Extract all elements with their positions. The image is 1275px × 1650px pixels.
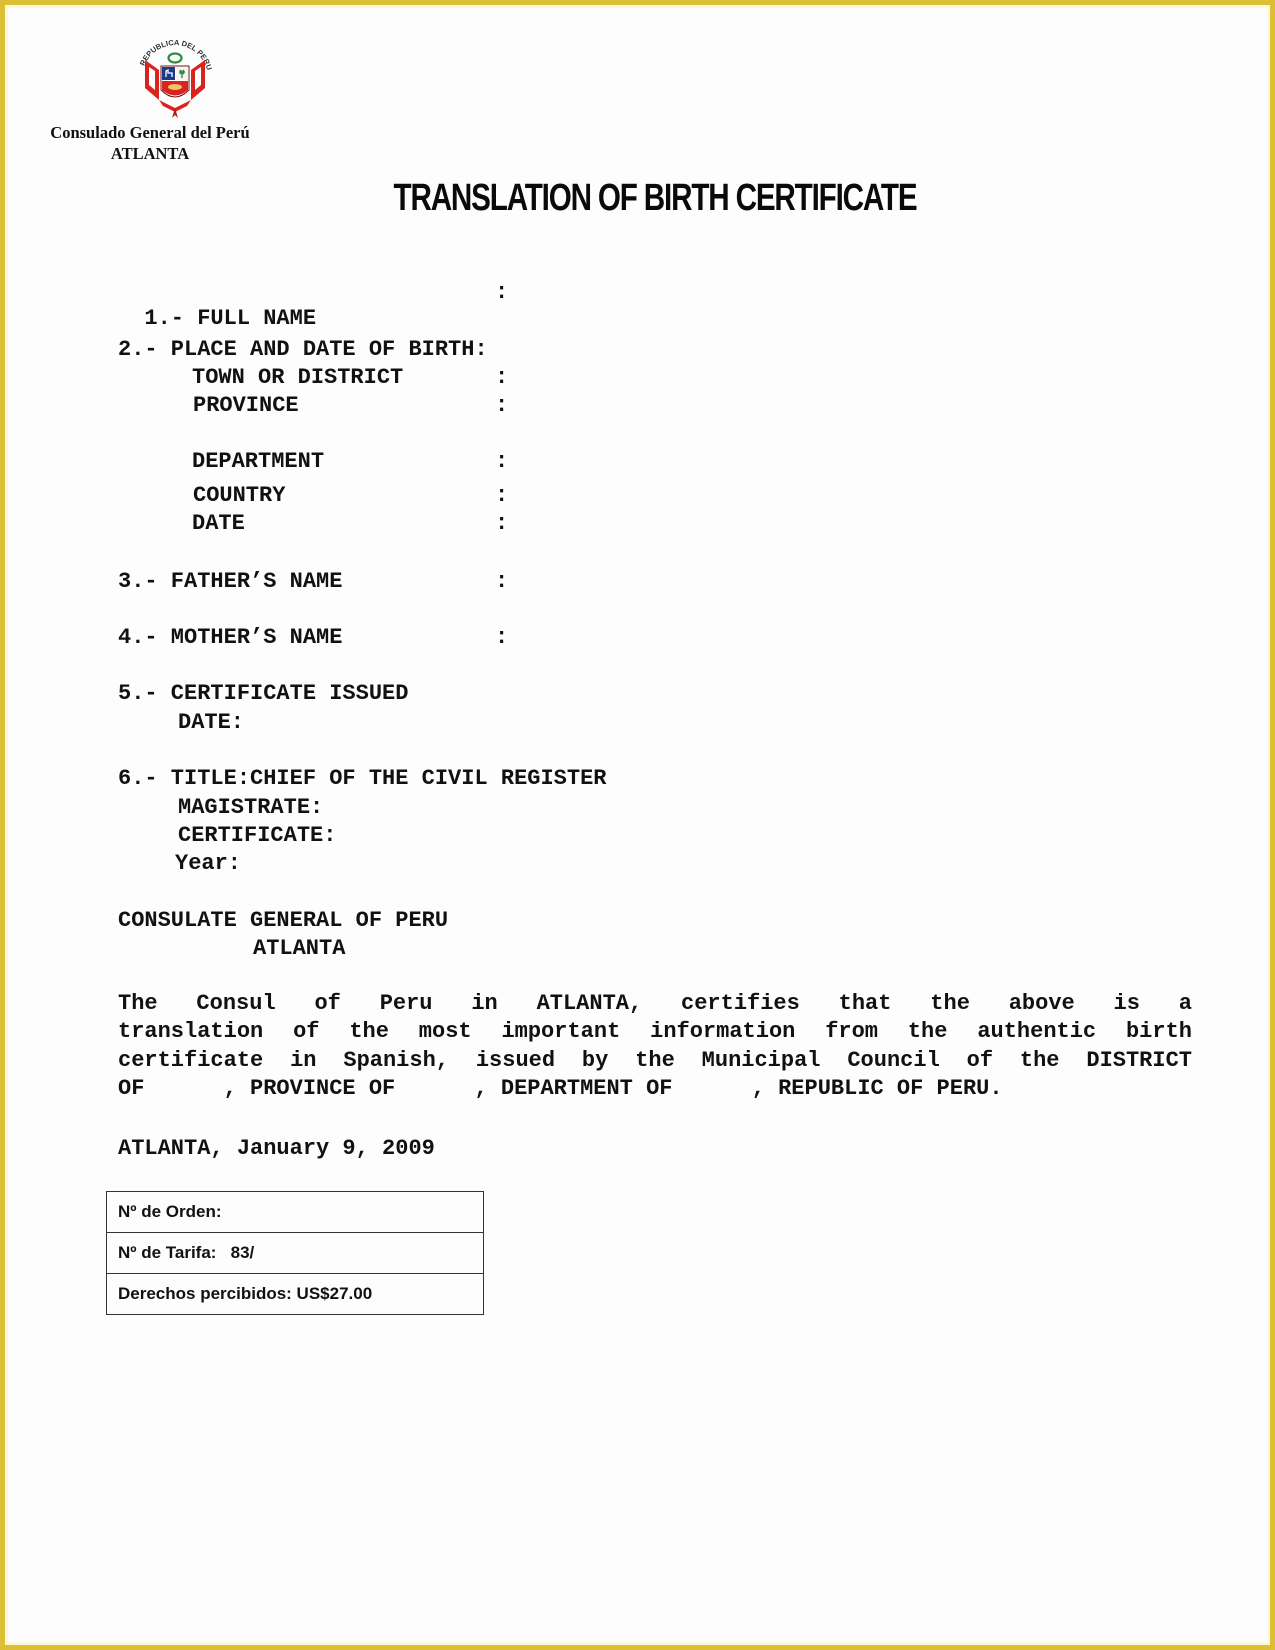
field-magistrate: MAGISTRATE: [178,795,324,820]
field-province: PROVINCE [193,393,299,418]
tariff-number-cell: Nº de Tarifa: 83/ [106,1232,484,1274]
consulate-name: Consulado General del Perú [50,123,250,142]
consulate-header: Consulado General del Perú ATLANTA [20,122,280,164]
field-certificate-issued: 5.- CERTIFICATE ISSUED [118,681,409,706]
table-row: Nº de Tarifa: 83/ [106,1232,484,1274]
table-row: Derechos percibidos: US$27.00 [106,1273,484,1315]
peru-coat-of-arms-icon: REPUBLICA DEL PERU [138,38,214,118]
field-colon: : [495,393,509,418]
field-colon: : [495,449,509,474]
field-town-or-district: TOWN OR DISTRICT [192,365,404,390]
paragraph-line: certificate in Spanish, issued by the Mu… [118,1047,1192,1073]
table-row: Nº de Orden: [106,1191,484,1233]
paragraph-line: OF , PROVINCE OF , DEPARTMENT OF , REPUB… [118,1075,1003,1101]
certification-paragraph: The Consul of Peru in ATLANTA, certifies… [118,990,1192,1103]
document-title: TRANSLATION OF BIRTH CERTIFICATE [393,177,918,219]
field-fathers-name: 3.- FATHER’S NAME [118,569,343,594]
field-colon: : [495,483,509,508]
field-mothers-name: 4.- MOTHER’S NAME [118,625,343,650]
signature-city: ATLANTA [253,936,346,961]
field-colon: : [495,280,509,305]
field-label: 1.- FULL NAME [144,306,317,331]
field-colon: : [495,569,509,594]
paragraph-line: translation of the most important inform… [118,1019,1192,1045]
field-full-name: 1.- FULL NAME [118,280,316,332]
field-colon: : [495,625,509,650]
field-certificate: CERTIFICATE: [178,823,337,848]
order-number-cell: Nº de Orden: [106,1191,484,1233]
consulate-city: ATLANTA [110,144,190,163]
fees-collected-cell: Derechos percibidos: US$27.00 [106,1273,484,1315]
signature-consulate: CONSULATE GENERAL OF PERU [118,908,449,933]
field-country: COUNTRY [193,483,286,508]
field-date: DATE [192,511,245,536]
field-place-date-birth: 2.- PLACE AND DATE OF BIRTH: [118,337,488,362]
field-colon: : [495,511,509,536]
field-title: 6.- TITLE:CHIEF OF THE CIVIL REGISTER [118,766,607,791]
place-and-date: ATLANTA, January 9, 2009 [118,1136,435,1161]
paragraph-line: The Consul of Peru in ATLANTA, certifies… [118,991,1192,1016]
field-department: DEPARTMENT [192,449,325,474]
field-year: Year: [175,851,242,876]
fee-table: Nº de Orden: Nº de Tarifa: 83/ Derechos … [106,1191,484,1315]
field-colon: : [495,365,509,390]
field-certificate-issued-date: DATE: [178,710,245,735]
